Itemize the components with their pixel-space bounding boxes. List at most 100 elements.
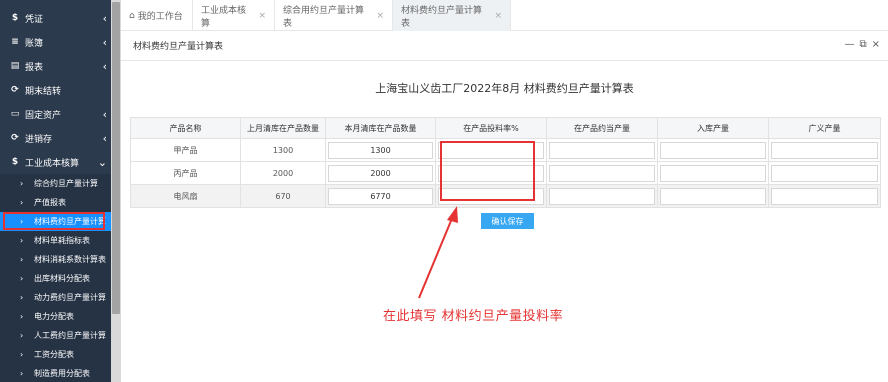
tab-label: 材料费约旦产量计算表	[401, 5, 483, 29]
menu-item-ledger[interactable]: ≡ 账簿 ‹	[0, 30, 111, 54]
minimize-icon[interactable]: —	[844, 39, 854, 50]
tab-workbench[interactable]: ⌂ 我的工作台	[121, 0, 193, 31]
sub-item-label: 产值报表	[34, 198, 66, 207]
sub-item-label: 制造费用分配表	[34, 369, 90, 378]
sub-item-label: 电力分配表	[34, 312, 74, 321]
close-icon[interactable]: ×	[376, 11, 384, 21]
sub-item-material-quota[interactable]: › 材料单耗指标表	[0, 231, 111, 250]
sub-item-wage-allocation[interactable]: › 工资分配表	[0, 345, 111, 364]
menu-item-label: 工业成本核算	[25, 158, 80, 169]
feed-rate-highlight-box	[440, 141, 535, 201]
equivalent-output-input[interactable]	[549, 187, 655, 205]
chevron-right-icon: ›	[20, 331, 24, 340]
menu-item-label: 凭证	[25, 14, 44, 25]
menu-item-label: 固定资产	[25, 110, 62, 121]
refresh-icon: ⟳	[11, 133, 19, 143]
general-output-input[interactable]	[771, 187, 878, 205]
equivalent-output-input[interactable]	[549, 141, 655, 159]
header-feed-rate: 在产品投料率%	[435, 117, 547, 139]
menu-item-inventory[interactable]: ⟳ 进销存 ‹	[0, 126, 111, 150]
current-month-qty-input[interactable]	[328, 164, 433, 182]
list-icon: ≡	[11, 37, 19, 47]
menu-item-label: 期末结转	[25, 86, 62, 97]
tab-cost-accounting[interactable]: 工业成本核算 ×	[193, 0, 275, 31]
chevron-right-icon: ›	[20, 350, 24, 359]
confirm-save-button[interactable]: 确认保存	[481, 213, 534, 229]
product-name: 电风扇	[130, 184, 241, 208]
annotation-text: 在此填写 材料约旦产量投料率	[383, 309, 564, 324]
dollar-icon: $	[11, 13, 19, 23]
header-product-name: 产品名称	[130, 117, 241, 139]
sub-item-label: 材料消耗系数计算表	[34, 255, 106, 264]
sub-item-outbound-allocation[interactable]: › 出库材料分配表	[0, 269, 111, 288]
menu-item-reports[interactable]: ▤ 报表 ‹	[0, 54, 111, 78]
sub-item-label: 出库材料分配表	[34, 274, 90, 283]
last-month-qty: 2000	[240, 161, 326, 185]
tab-composite-table[interactable]: 综合用约旦产量计算表 ×	[275, 0, 393, 31]
general-output-input[interactable]	[771, 164, 878, 182]
monitor-icon: ▭	[10, 109, 20, 119]
header-last-month-qty: 上月清库在产品数量	[240, 117, 326, 139]
header-general-output: 广义产量	[768, 117, 881, 139]
table-header-row: 产品名称 上月清库在产品数量 本月清库在产品数量 在产品投料率% 在产品约当产量…	[130, 117, 881, 139]
sidebar-scroll-thumb[interactable]	[112, 2, 120, 314]
chevron-right-icon: ›	[20, 274, 24, 283]
menu-item-cost-accounting[interactable]: $ 工业成本核算 ⌄	[0, 150, 111, 174]
menu-item-fixed-assets[interactable]: ▭ 固定资产 ‹	[0, 102, 111, 126]
product-name: 甲产品	[130, 138, 241, 162]
sidebar: $ 凭证 ‹ ≡ 账簿 ‹ ▤ 报表 ‹ ⟳ 期末结转 ▭ 固定资产 ‹ ⟳ 进…	[0, 0, 111, 382]
chevron-left-icon: ‹	[102, 11, 107, 25]
restore-icon[interactable]: ⧉	[859, 39, 866, 50]
stock-in-output-input[interactable]	[660, 164, 766, 182]
menu-item-label: 进销存	[25, 134, 53, 145]
header-stock-in-output: 入库产量	[657, 117, 769, 139]
equivalent-output-input[interactable]	[549, 164, 655, 182]
close-icon[interactable]: ×	[258, 11, 266, 21]
chevron-right-icon: ›	[20, 236, 24, 245]
general-output-input[interactable]	[771, 141, 878, 159]
tab-label: 我的工作台	[137, 12, 183, 22]
stock-in-output-input[interactable]	[660, 187, 766, 205]
panel-title: 材料费约旦产量计算表	[133, 42, 224, 52]
stock-in-output-input[interactable]	[660, 141, 766, 159]
close-icon[interactable]: ×	[872, 39, 880, 50]
sub-item-label: 人工费约旦产量计算	[34, 331, 106, 340]
highlight-outline	[3, 212, 105, 230]
report-icon: ▤	[10, 61, 20, 71]
sub-item-labor-cost[interactable]: › 人工费约旦产量计算	[0, 326, 111, 345]
panel-header: 材料费约旦产量计算表 — ⧉ ×	[121, 31, 888, 61]
sub-item-consumption-coef[interactable]: › 材料消耗系数计算表	[0, 250, 111, 269]
close-icon[interactable]: ×	[494, 11, 502, 21]
header-current-month-qty: 本月清库在产品数量	[325, 117, 436, 139]
sub-item-composite[interactable]: › 综合约旦产量计算	[0, 174, 111, 193]
current-month-qty-input[interactable]	[328, 187, 433, 205]
chevron-down-icon: ⌄	[97, 155, 107, 169]
chevron-left-icon: ‹	[102, 59, 107, 73]
tab-bar: ⌂ 我的工作台 工业成本核算 × 综合用约旦产量计算表 × 材料费约旦产量计算表…	[121, 0, 888, 31]
header-equivalent-output: 在产品约当产量	[546, 117, 658, 139]
tab-label: 综合用约旦产量计算表	[283, 5, 365, 29]
tab-material-table[interactable]: 材料费约旦产量计算表 ×	[393, 0, 511, 31]
chevron-right-icon: ›	[20, 179, 24, 188]
sub-item-overhead-allocation[interactable]: › 制造费用分配表	[0, 364, 111, 382]
tab-label: 工业成本核算	[201, 5, 247, 29]
refresh-icon: ⟳	[11, 85, 19, 95]
menu-item-period-end[interactable]: ⟳ 期末结转	[0, 78, 111, 102]
sub-item-power-cost[interactable]: › 动力费约旦产量计算	[0, 288, 111, 307]
current-month-qty-input[interactable]	[328, 141, 433, 159]
product-name: 丙产品	[130, 161, 241, 185]
chevron-right-icon: ›	[20, 312, 24, 321]
sub-item-output-value[interactable]: › 产值报表	[0, 193, 111, 212]
sub-item-label: 综合约旦产量计算	[34, 179, 98, 188]
chevron-right-icon: ›	[20, 369, 24, 378]
chevron-left-icon: ‹	[102, 35, 107, 49]
menu-item-voucher[interactable]: $ 凭证 ‹	[0, 6, 111, 30]
sub-item-label: 材料单耗指标表	[34, 236, 90, 245]
sub-item-label: 动力费约旦产量计算	[34, 293, 106, 302]
chevron-right-icon: ›	[20, 255, 24, 264]
sub-item-label: 工资分配表	[34, 350, 74, 359]
menu-item-label: 报表	[25, 62, 44, 73]
dollar-icon: $	[11, 157, 19, 167]
menu-item-label: 账簿	[25, 38, 44, 49]
sub-item-electricity[interactable]: › 电力分配表	[0, 307, 111, 326]
